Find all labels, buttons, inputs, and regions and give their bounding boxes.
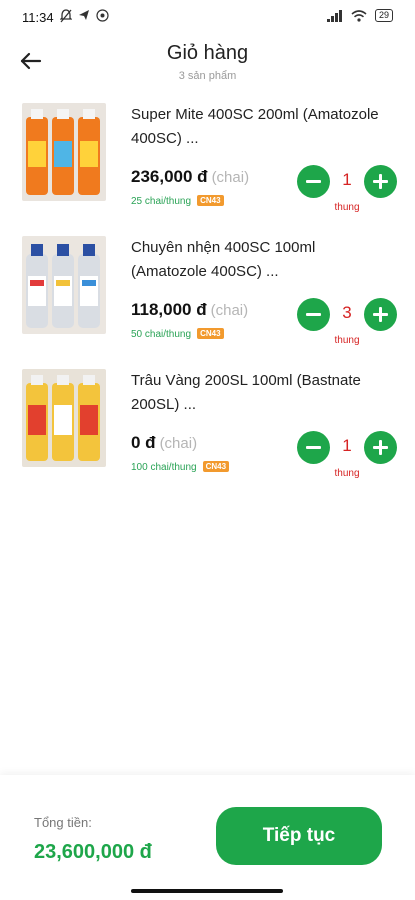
page-title: Giỏ hàng [166,42,249,64]
branch-badge: CN43 [202,461,230,472]
pack-size: 25 chai/thung [131,196,192,207]
increase-quantity-button[interactable] [364,431,397,464]
header: Giỏ hàng 3 sản phẩm [0,34,415,88]
quantity-value: 3 [342,303,352,322]
quantity-unit: thung [334,468,360,479]
pack-info: 25 chai/thung CN43 [131,195,224,207]
item-count: 3 sản phẩm [178,70,237,82]
pack-size: 50 chai/thung [131,329,192,340]
checkout-footer: Tổng tiền: 23,600,000 đ Tiếp tục [0,775,415,900]
quantity-stepper: 3 thung [297,298,397,348]
price-unit: (chai) [159,435,198,452]
product-price: 118,000 đ (chai) [131,300,248,320]
minus-icon [306,446,321,449]
quantity-stepper: 1 thung [297,431,397,481]
price-value: 118,000 đ [131,300,207,319]
product-price: 236,000 đ (chai) [131,167,249,187]
pack-info: 100 chai/thung CN43 [131,461,230,473]
branch-badge: CN43 [197,328,224,339]
branch-badge: CN43 [197,195,224,206]
quantity-unit: thung [334,335,360,346]
wifi-icon [351,9,367,22]
status-system-icons: 29 [326,9,393,22]
product-name[interactable]: Super Mite 400SC 200ml (Amatozole 400SC)… [131,103,381,151]
product-image[interactable] [22,369,106,467]
price-unit: (chai) [211,169,250,186]
product-image[interactable] [22,103,106,201]
battery-icon: 29 [374,9,393,22]
status-notification-icons [60,9,109,23]
cart-item: Super Mite 400SC 200ml (Amatozole 400SC)… [0,103,415,223]
price-value: 0 đ [131,433,156,452]
total-value: 23,600,000 đ [34,841,152,863]
minus-icon [306,180,321,183]
price-value: 236,000 đ [131,167,208,186]
mute-bell-icon [60,9,72,23]
decrease-quantity-button[interactable] [297,431,330,464]
increase-quantity-button[interactable] [364,165,397,198]
cart-item: Trâu Vàng 200SL 100ml (Bastnate 200SL) .… [0,369,415,489]
pack-size: 100 chai/thung [131,462,197,473]
quantity-unit: thung [334,202,360,213]
product-name[interactable]: Chuyên nhện 400SC 100ml (Amatozole 400SC… [131,236,381,284]
quantity-value: 1 [342,436,352,455]
quantity-value: 1 [342,170,352,189]
decrease-quantity-button[interactable] [297,165,330,198]
status-bar: 11:34 29 [0,0,415,34]
decrease-quantity-button[interactable] [297,298,330,331]
total-label: Tổng tiền: [34,815,92,830]
product-price: 0 đ (chai) [131,433,197,453]
minus-icon [306,313,321,316]
pack-info: 50 chai/thung CN43 [131,328,224,340]
increase-quantity-button[interactable] [364,298,397,331]
cart-item: Chuyên nhện 400SC 100ml (Amatozole 400SC… [0,236,415,356]
signal-icon [326,9,342,22]
telegram-icon [79,10,89,20]
price-unit: (chai) [210,302,249,319]
home-indicator[interactable] [131,889,283,893]
product-image[interactable] [22,236,106,334]
status-time: 11:34 [22,10,54,25]
product-name[interactable]: Trâu Vàng 200SL 100ml (Bastnate 200SL) .… [131,369,381,417]
app-notification-icon [96,9,109,22]
continue-button[interactable]: Tiếp tục [216,807,382,865]
quantity-stepper: 1 thung [297,165,397,215]
